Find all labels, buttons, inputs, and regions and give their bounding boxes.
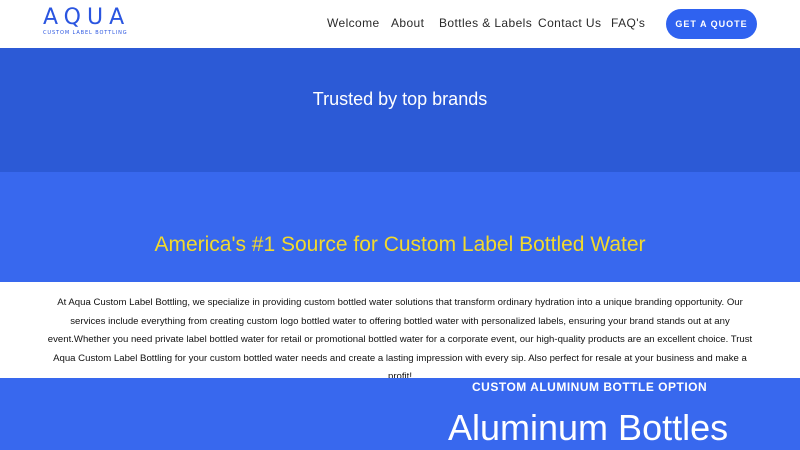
about-section: At Aqua Custom Label Bottling, we specia…: [0, 282, 800, 382]
trusted-brands-heading: Trusted by top brands: [312, 89, 488, 109]
nav-item-bottles-labels[interactable]: Bottles & Labels: [439, 16, 532, 30]
trusted-brands-section: Trusted by top brands: [0, 48, 800, 172]
site-header: AQUA CUSTOM LABEL BOTTLING Welcome About…: [0, 0, 800, 48]
about-paragraph: At Aqua Custom Label Bottling, we specia…: [47, 297, 753, 382]
hero-section: America's #1 Source for Custom Label Bot…: [0, 172, 800, 282]
nav-item-faqs[interactable]: FAQ's: [611, 16, 645, 30]
aluminum-heading: Aluminum Bottles: [448, 407, 729, 448]
get-a-quote-button[interactable]: GET A QUOTE: [666, 9, 757, 39]
aluminum-eyebrow: CUSTOM ALUMINUM BOTTLE OPTION: [472, 380, 708, 394]
nav-item-about[interactable]: About: [391, 16, 424, 30]
aluminum-bottles-section: CUSTOM ALUMINUM BOTTLE OPTION Aluminum B…: [0, 378, 800, 450]
nav-item-welcome[interactable]: Welcome: [327, 16, 380, 30]
hero-heading: America's #1 Source for Custom Label Bot…: [154, 233, 646, 256]
nav-item-contact-us[interactable]: Contact Us: [538, 16, 601, 30]
